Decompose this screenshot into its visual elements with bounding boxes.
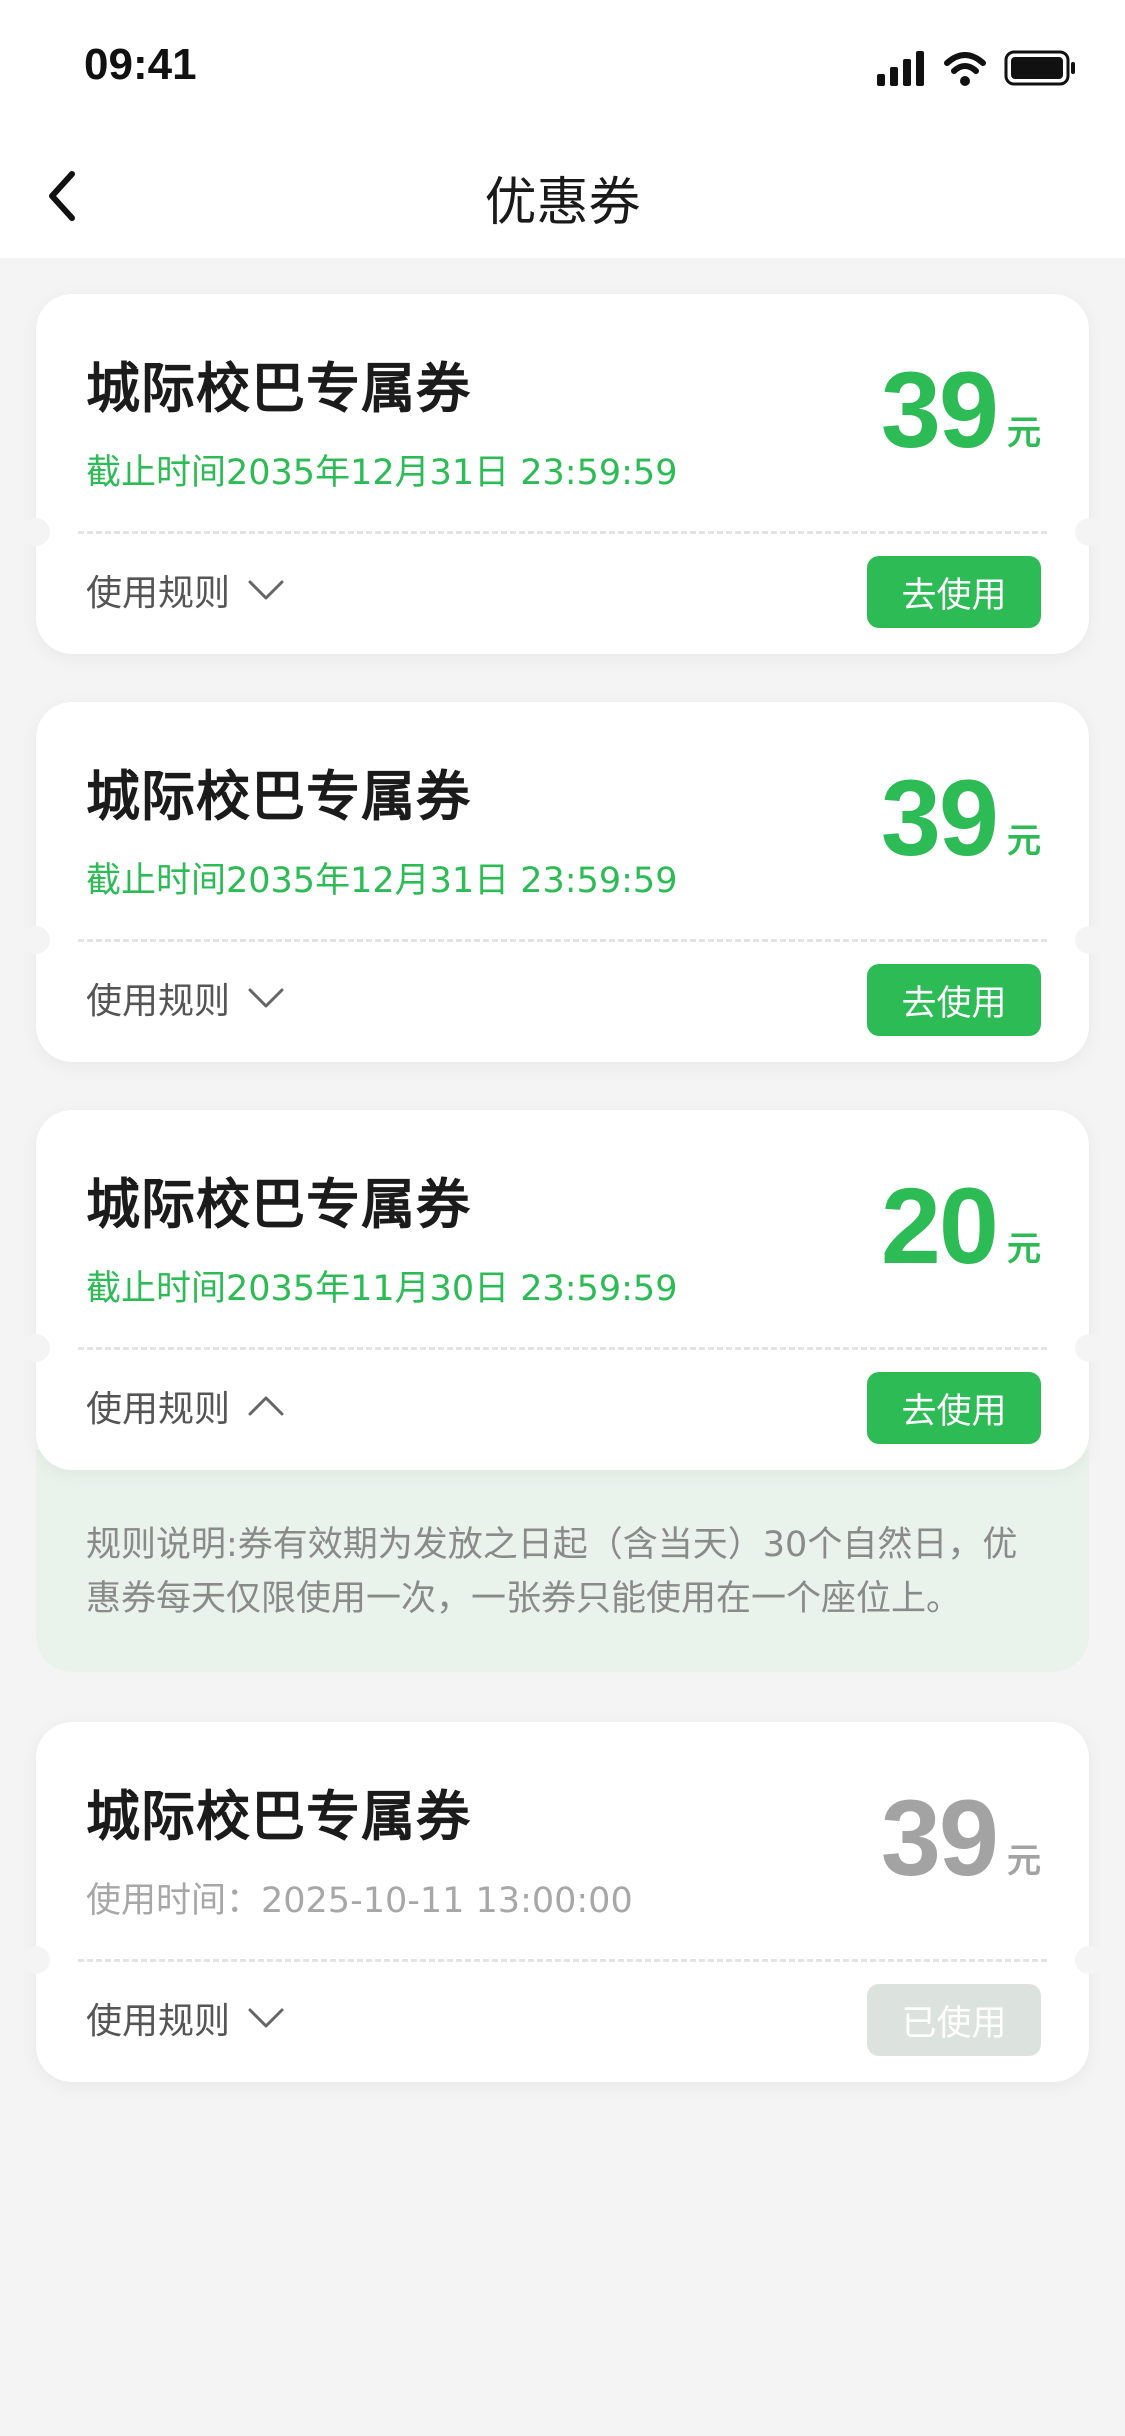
divider xyxy=(78,531,1047,534)
coupon-amount: 39 元 xyxy=(881,764,1041,872)
use-coupon-button[interactable]: 去使用 xyxy=(867,556,1041,628)
coupon-amount-value: 39 xyxy=(880,1777,999,1898)
coupon-title: 城际校巴专属券 xyxy=(86,765,471,828)
use-coupon-button[interactable]: 去使用 xyxy=(867,1372,1041,1444)
coupon-card: 城际校巴专属券 截止时间2035年11月30日 23:59:59 20 元 使用… xyxy=(22,1110,1103,1470)
coupon-amount-unit: 元 xyxy=(1007,1841,1041,1881)
battery-icon xyxy=(1004,50,1075,86)
rules-toggle[interactable]: 使用规则 xyxy=(86,972,284,1024)
coupon-amount-value: 20 xyxy=(880,1165,999,1286)
status-bar: 09:41 xyxy=(0,0,1125,130)
divider xyxy=(78,1959,1047,1962)
coupon-used-time: 使用时间：2025-10-11 13:00:00 xyxy=(86,1881,633,1921)
coupon-amount-unit: 元 xyxy=(1007,413,1041,453)
coupon-title: 城际校巴专属券 xyxy=(86,1173,471,1236)
page-title: 优惠券 xyxy=(484,173,641,233)
chevron-down-icon xyxy=(248,988,284,1008)
rules-toggle[interactable]: 使用规则 xyxy=(86,1992,284,2044)
use-coupon-button[interactable]: 去使用 xyxy=(867,964,1041,1036)
chevron-down-icon xyxy=(248,580,284,600)
rules-toggle-label: 使用规则 xyxy=(86,2001,231,2042)
coupon-title: 城际校巴专属券 xyxy=(86,357,471,420)
coupon-amount-unit: 元 xyxy=(1007,821,1041,861)
coupon-amount-value: 39 xyxy=(880,757,999,878)
coupon-amount: 20 元 xyxy=(881,1172,1041,1280)
rules-panel: 规则说明:券有效期为发放之日起（含当天）30个自然日，优惠券每天仅限使用一次，一… xyxy=(36,1450,1089,1672)
rules-toggle-label: 使用规则 xyxy=(86,981,231,1022)
coupon-amount: 39 元 xyxy=(881,1784,1041,1892)
wifi-icon xyxy=(944,52,986,86)
chevron-down-icon xyxy=(248,2008,284,2028)
divider xyxy=(78,939,1047,942)
coupon-amount-value: 39 xyxy=(880,349,999,470)
rules-toggle-label: 使用规则 xyxy=(86,573,231,614)
divider xyxy=(78,1347,1047,1350)
rules-toggle-label: 使用规则 xyxy=(86,1389,231,1430)
coupon-card: 城际校巴专属券 截止时间2035年12月31日 23:59:59 39 元 使用… xyxy=(22,702,1103,1062)
coupon-deadline: 截止时间2035年12月31日 23:59:59 xyxy=(86,453,678,493)
coupon-card-used: 城际校巴专属券 使用时间：2025-10-11 13:00:00 39 元 使用… xyxy=(22,1722,1103,2082)
chevron-up-icon xyxy=(248,1396,284,1416)
coupon-deadline: 截止时间2035年11月30日 23:59:59 xyxy=(86,1269,678,1309)
signal-icon xyxy=(877,51,924,86)
used-status-button: 已使用 xyxy=(867,1984,1041,2056)
rules-toggle[interactable]: 使用规则 xyxy=(86,1380,284,1432)
coupon-amount: 39 元 xyxy=(881,356,1041,464)
status-icons xyxy=(877,48,1077,88)
rules-description: 规则说明:券有效期为发放之日起（含当天）30个自然日，优惠券每天仅限使用一次，一… xyxy=(86,1525,1018,1619)
nav-bar: 优惠券 xyxy=(0,130,1125,258)
coupon-card: 城际校巴专属券 截止时间2035年12月31日 23:59:59 39 元 使用… xyxy=(22,294,1103,654)
coupon-deadline: 截止时间2035年12月31日 23:59:59 xyxy=(86,861,678,901)
coupon-title: 城际校巴专属券 xyxy=(86,1785,471,1848)
coupon-amount-unit: 元 xyxy=(1007,1229,1041,1269)
rules-toggle[interactable]: 使用规则 xyxy=(86,564,284,616)
status-time: 09:41 xyxy=(84,40,197,89)
